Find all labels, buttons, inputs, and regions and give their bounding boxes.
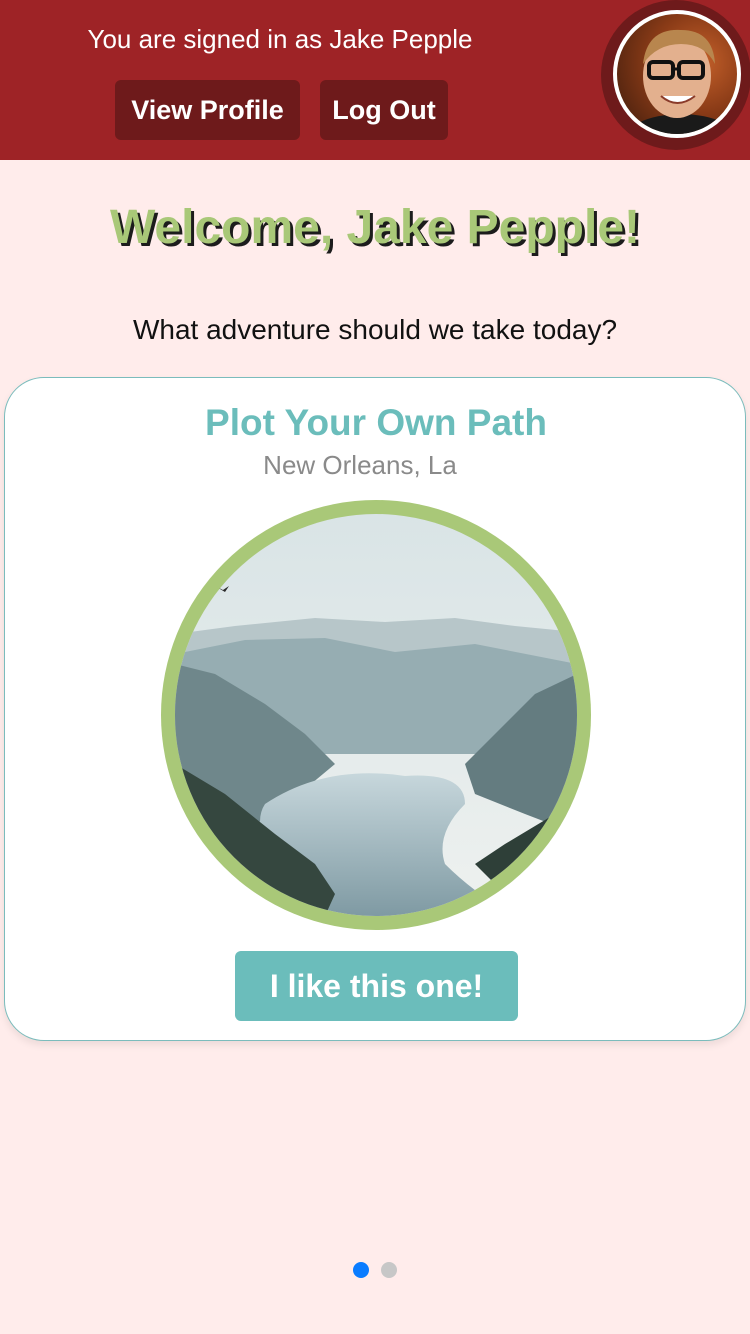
card-title: Plot Your Own Path (205, 402, 547, 443)
adventure-photo (175, 514, 577, 916)
top-bar: You are signed in as Jake Pepple View Pr… (0, 0, 750, 160)
welcome-heading: Welcome, Jake Pepple! (109, 201, 640, 254)
like-button[interactable]: I like this one! (235, 951, 518, 1021)
fjord-landscape (175, 514, 577, 916)
page-dot-2[interactable] (381, 1262, 397, 1278)
view-profile-button[interactable]: View Profile (115, 80, 300, 140)
card-location: New Orleans, La (263, 450, 457, 480)
adventure-card: Plot Your Own Path New Orleans, La I lik… (4, 377, 746, 1041)
adventure-photo-frame (161, 500, 591, 930)
avatar[interactable] (613, 10, 741, 138)
page-indicator (353, 1262, 403, 1278)
avatar-frame[interactable] (601, 0, 750, 150)
user-photo (624, 29, 737, 134)
signed-in-text: You are signed in as Jake Pepple (87, 24, 473, 54)
page-dot-1-active[interactable] (353, 1262, 369, 1278)
log-out-button[interactable]: Log Out (320, 80, 448, 140)
adventure-question: What adventure should we take today? (132, 314, 618, 345)
